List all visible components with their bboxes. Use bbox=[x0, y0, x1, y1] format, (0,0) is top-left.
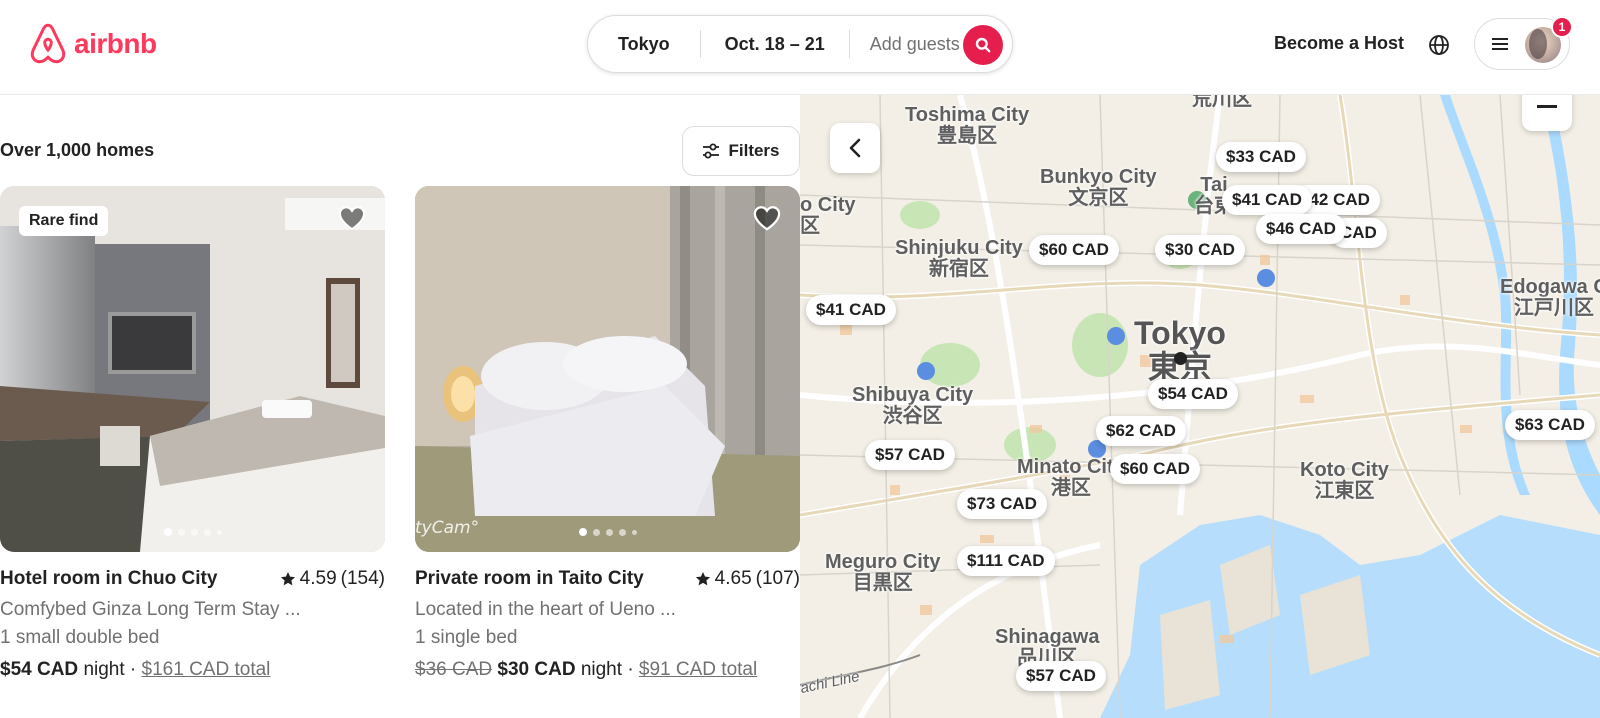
listing-rating: 4.59 (154) bbox=[280, 568, 385, 590]
map-label-shinjuku: Shinjuku City 新宿区 bbox=[895, 237, 1023, 280]
rating-value: 4.59 bbox=[299, 568, 337, 589]
carousel-dot[interactable] bbox=[592, 528, 600, 536]
chevron-left-icon bbox=[849, 138, 861, 158]
original-price: $36 CAD bbox=[415, 659, 493, 680]
collapse-map-button[interactable] bbox=[830, 123, 880, 173]
map-price-pin[interactable]: $30 CAD bbox=[1155, 235, 1245, 265]
map-price-pin[interactable]: $73 CAD bbox=[957, 489, 1047, 519]
map-label-meguro: Meguro City 目黒区 bbox=[825, 551, 941, 594]
listing-card[interactable]: tyCam° Private room in Taito City 4.65 (… bbox=[415, 186, 800, 681]
map-label-toshima: Toshima City 豊島区 bbox=[905, 104, 1030, 147]
listing-title[interactable]: Hotel room in Chuo City bbox=[0, 568, 217, 590]
search-bar[interactable]: Tokyo Oct. 18 – 21 Add guests bbox=[587, 15, 1013, 73]
top-nav: airbnb Tokyo Oct. 18 – 21 Add guests Bec… bbox=[0, 0, 1600, 95]
airbnb-logo-icon bbox=[30, 23, 66, 64]
shrine-poi-icon[interactable] bbox=[1257, 269, 1275, 287]
map-label-arakawa: 荒川区 bbox=[1192, 95, 1252, 110]
search-button[interactable] bbox=[963, 25, 1003, 65]
carousel-dot[interactable] bbox=[618, 528, 626, 536]
listing-price: $54 CAD night · $161 CAD total bbox=[0, 659, 385, 681]
results-count: Over 1,000 homes bbox=[0, 140, 155, 160]
museum-poi-icon[interactable] bbox=[917, 362, 935, 380]
airbnb-logo[interactable]: airbnb bbox=[28, 22, 157, 66]
nightly-price: $54 CAD bbox=[0, 659, 79, 680]
listing-subtitle: Comfybed Ginza Long Term Stay ... bbox=[0, 599, 301, 620]
map-price-pin[interactable]: $63 CAD bbox=[1505, 410, 1595, 440]
total-price-link[interactable]: $161 CAD total bbox=[142, 659, 271, 680]
carousel-dot[interactable] bbox=[177, 528, 185, 536]
rare-find-badge: Rare find bbox=[19, 206, 109, 236]
listing-photo[interactable]: Rare find bbox=[0, 186, 385, 552]
garden-poi-icon[interactable] bbox=[1107, 327, 1125, 345]
listing-title[interactable]: Private room in Taito City bbox=[415, 568, 644, 590]
map-label-koto: Koto City 江東区 bbox=[1300, 459, 1389, 502]
price-unit: night bbox=[83, 659, 125, 680]
map-price-pin[interactable]: $46 CAD bbox=[1256, 214, 1346, 244]
carousel-dot[interactable] bbox=[631, 529, 637, 535]
photo-carousel-dots[interactable] bbox=[163, 528, 222, 536]
star-icon bbox=[280, 572, 295, 586]
total-price-link[interactable]: $91 CAD total bbox=[639, 659, 757, 680]
review-count: (107) bbox=[755, 568, 800, 589]
map-label-partial-city: o City 区 bbox=[800, 194, 856, 237]
nightly-price: $30 CAD bbox=[497, 659, 576, 680]
hamburger-icon bbox=[1492, 38, 1508, 50]
filters-label: Filters bbox=[728, 141, 780, 160]
listing-rating: 4.65 (107) bbox=[695, 568, 800, 590]
tokyo-center-marker bbox=[1174, 352, 1187, 365]
search-guests[interactable]: Add guests bbox=[850, 34, 980, 55]
listing-price: $36 CAD $30 CAD night · $91 CAD total bbox=[415, 659, 800, 681]
map-price-pin[interactable]: $57 CAD bbox=[865, 440, 955, 470]
map[interactable]: Toshima City 豊島区 Bunkyo City 文京区 Shinjuku … bbox=[800, 95, 1600, 718]
price-separator: · bbox=[129, 659, 137, 680]
listing-beds: 1 single bed bbox=[415, 627, 518, 648]
notification-badge: 1 bbox=[1551, 16, 1573, 38]
carousel-dot[interactable] bbox=[578, 528, 587, 536]
rating-value: 4.65 bbox=[714, 568, 752, 589]
map-price-pin[interactable]: $41 CAD bbox=[1222, 185, 1312, 215]
carousel-dot[interactable] bbox=[203, 528, 211, 536]
listing-card[interactable]: Rare find Hotel room in Chuo City 4.59 (… bbox=[0, 186, 385, 681]
photo-carousel-dots[interactable] bbox=[578, 528, 637, 536]
map-label-bunkyo: Bunkyo City 文京区 bbox=[1040, 166, 1157, 209]
search-dates[interactable]: Oct. 18 – 21 bbox=[701, 34, 849, 55]
carousel-dot[interactable] bbox=[190, 528, 198, 536]
wishlist-heart-icon[interactable] bbox=[337, 204, 367, 237]
map-price-pin[interactable]: $33 CAD bbox=[1216, 142, 1306, 172]
become-host-link[interactable]: Become a Host bbox=[1274, 33, 1404, 54]
map-label-tokyo: Tokyo 東京 bbox=[1134, 315, 1226, 385]
map-price-pin[interactable]: $41 CAD bbox=[806, 295, 896, 325]
map-price-pin[interactable]: $62 CAD bbox=[1096, 416, 1186, 446]
photo-watermark: tyCam° bbox=[415, 518, 480, 538]
listing-beds: 1 small double bed bbox=[0, 627, 160, 648]
star-icon bbox=[695, 572, 710, 586]
carousel-dot[interactable] bbox=[163, 528, 172, 536]
brand-name: airbnb bbox=[74, 28, 157, 59]
listing-photo[interactable]: tyCam° bbox=[415, 186, 800, 552]
map-price-pin[interactable]: $57 CAD bbox=[1016, 661, 1106, 691]
map-price-pin[interactable]: $54 CAD bbox=[1148, 379, 1238, 409]
filters-icon bbox=[703, 143, 720, 159]
room-photo-illustration bbox=[415, 186, 800, 552]
globe-icon[interactable] bbox=[1428, 34, 1450, 61]
wishlist-heart-icon[interactable] bbox=[752, 204, 782, 237]
map-price-pin[interactable]: $60 CAD bbox=[1029, 235, 1119, 265]
filters-button[interactable]: Filters bbox=[682, 126, 800, 176]
carousel-dot[interactable] bbox=[605, 528, 613, 536]
price-separator: · bbox=[627, 659, 634, 680]
minus-icon bbox=[1537, 105, 1557, 108]
search-icon bbox=[975, 37, 991, 53]
zoom-out-button[interactable] bbox=[1522, 95, 1572, 131]
listing-subtitle: Located in the heart of Ueno ... bbox=[415, 599, 676, 620]
review-count: (154) bbox=[340, 568, 385, 589]
map-label-shibuya: Shibuya City 渋谷区 bbox=[852, 384, 974, 427]
map-price-pin[interactable]: $111 CAD bbox=[957, 546, 1055, 576]
room-photo-illustration bbox=[0, 186, 385, 552]
map-label-edogawa: Edogawa C 江戸川区 bbox=[1500, 276, 1600, 319]
search-location[interactable]: Tokyo bbox=[588, 34, 700, 55]
carousel-dot[interactable] bbox=[216, 529, 222, 535]
price-unit: night bbox=[580, 659, 623, 680]
map-price-pin[interactable]: $60 CAD bbox=[1110, 454, 1200, 484]
